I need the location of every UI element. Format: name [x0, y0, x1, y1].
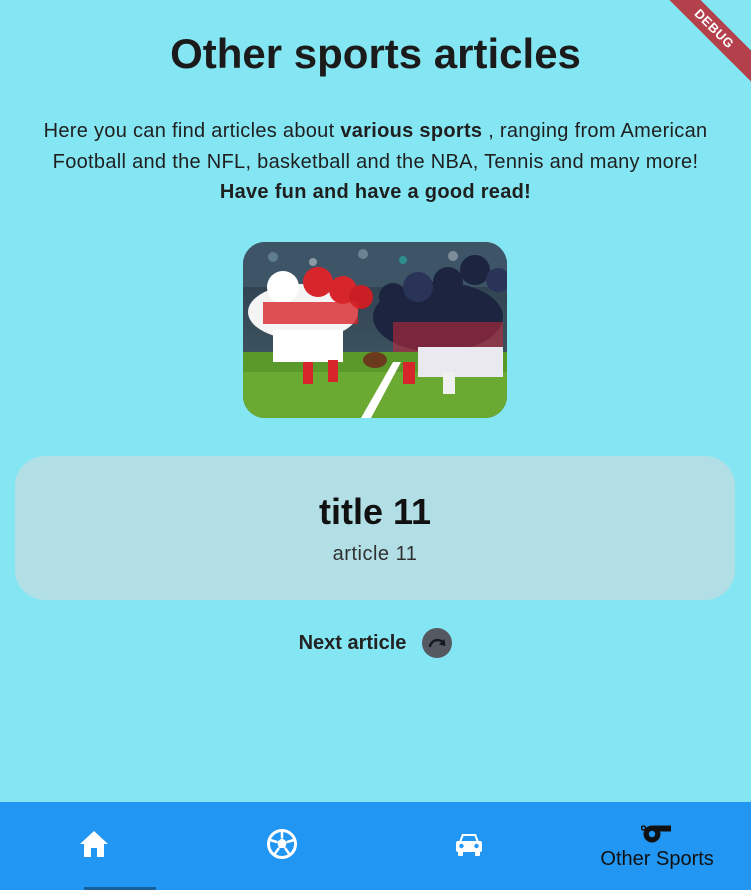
whistle-icon: [641, 824, 672, 842]
next-article-label: Next article: [298, 631, 407, 654]
article-body: article 11: [332, 543, 418, 565]
article-title: title 11: [318, 491, 432, 532]
intro-prefix: Here you can find articles about: [43, 120, 341, 142]
nav-item-other-sports-label: Other Sports: [600, 847, 714, 870]
football-image: [243, 242, 507, 418]
intro-fun: Have fun and have a good read!: [219, 181, 532, 203]
soccer-ball-icon: [266, 829, 297, 859]
page-title: Other sports articles: [170, 30, 581, 77]
article-card: title 11 article 11: [15, 456, 735, 600]
car-icon: [456, 834, 483, 856]
intro-text: Here you can find articles about various…: [24, 116, 727, 208]
football-line-of-scrimmage-illustration: [243, 242, 507, 418]
next-article-button[interactable]: Next article: [0, 628, 751, 658]
nav-item-other-sports[interactable]: Other Sports: [563, 802, 751, 890]
nav-item-car[interactable]: [376, 802, 564, 890]
nav-item-soccer[interactable]: [188, 802, 376, 890]
home-icon: [79, 831, 108, 857]
bottom-navigation-bar: Other Sports: [0, 802, 751, 890]
redo-arrow-icon: [422, 628, 453, 658]
nav-item-home[interactable]: [0, 802, 188, 890]
intro-bold: various sports: [340, 120, 483, 142]
